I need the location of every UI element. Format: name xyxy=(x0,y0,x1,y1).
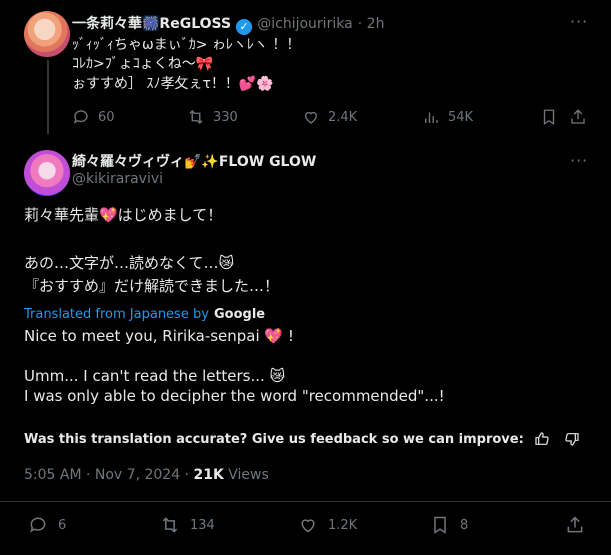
like-count: 1.2K xyxy=(328,517,358,533)
heart-icon xyxy=(305,111,317,124)
feedback-prompt: Was this translation accurate? Give us f… xyxy=(24,431,524,447)
translated-from-label[interactable]: Translated from Japanese by xyxy=(24,307,209,322)
post-time[interactable]: · 2h xyxy=(358,16,385,32)
share-icon xyxy=(571,109,585,124)
translation-feedback: Was this translation accurate? Give us f… xyxy=(24,431,580,447)
translation-line-1: Nice to meet you, Ririka-senpai 💖 ! xyxy=(24,327,294,345)
like-button[interactable]: 2.4K xyxy=(302,108,357,126)
post-text-line-3: 『おすすめ』だけ解読できました…！ xyxy=(24,277,280,295)
verified-badge-icon: ✓ xyxy=(236,19,253,35)
bookmark-icon xyxy=(543,109,555,126)
repost-icon xyxy=(189,110,203,124)
divider xyxy=(0,501,611,502)
bar-chart-icon xyxy=(425,112,438,123)
share-icon xyxy=(567,516,583,533)
thumbs-up-icon[interactable] xyxy=(534,431,550,447)
translation-line-3: I was only able to decipher the word "re… xyxy=(24,387,445,405)
reply-count: 6 xyxy=(58,517,67,533)
avatar[interactable] xyxy=(24,150,70,196)
thumbs-down-icon[interactable] xyxy=(564,431,580,447)
google-logo: Google xyxy=(214,307,266,322)
post-timestamp-row: 5:05 AM · Nov 7, 2024 · 21K Views xyxy=(24,467,269,483)
post-time[interactable]: 5:05 AM · Nov 7, 2024 · xyxy=(24,467,189,483)
view-count: 54K xyxy=(448,109,474,125)
bookmark-button[interactable] xyxy=(540,108,558,130)
share-button[interactable] xyxy=(569,108,587,130)
reply-count: 60 xyxy=(98,109,115,125)
repost-count: 134 xyxy=(190,517,215,533)
post-text-line-1: 莉々華先輩💖はじめまして！ xyxy=(24,206,223,224)
like-count: 2.4K xyxy=(328,109,358,125)
quoted-text-line-2: ｺﾚｶ>ﾌﾞょｺょくね～🎀 xyxy=(72,56,214,72)
reply-button[interactable]: 60 xyxy=(72,108,115,126)
bookmark-count: 8 xyxy=(460,517,469,533)
more-options-icon[interactable]: ··· xyxy=(570,12,588,31)
translation-attribution: Translated from Japanese by Google xyxy=(24,303,265,322)
repost-button[interactable]: 330 xyxy=(187,108,238,126)
avatar[interactable] xyxy=(24,11,70,57)
like-button[interactable]: 1.2K xyxy=(298,515,357,535)
translation-line-2: Umm... I can't read the letters... 😿 xyxy=(24,367,286,385)
author-name[interactable]: 一条莉々華🎆ReGLOSS xyxy=(72,16,231,32)
author-name[interactable]: 綺々羅々ヴィヴィ💅✨FLOW GLOW xyxy=(72,154,316,170)
post-text-line-2: あの…文字が…読めなくて…😿 xyxy=(24,254,235,272)
view-count: 21K xyxy=(193,467,224,483)
views-label: Views xyxy=(228,467,269,483)
repost-count: 330 xyxy=(213,109,238,125)
author-handle[interactable]: @kikiraravivi xyxy=(72,171,163,187)
repost-icon xyxy=(162,517,178,533)
quoted-text-line-3: ぉすすめ］ ｽﾉ孝攵ぇτ！！💕🌸 xyxy=(72,76,274,92)
reply-icon xyxy=(30,517,46,533)
repost-button[interactable]: 134 xyxy=(160,515,215,535)
quoted-author-row: 一条莉々華🎆ReGLOSS ✓ @ichijouririka · 2h xyxy=(72,13,384,35)
quoted-text-line-1: ｯﾞｨｯﾞｨちゃωまぃﾞｶ> ゎﾚヽﾚヽ ！！ xyxy=(72,37,301,53)
reply-button[interactable]: 6 xyxy=(28,515,66,535)
author-handle[interactable]: @ichijouririka xyxy=(257,16,352,32)
share-button[interactable] xyxy=(565,515,585,539)
more-options-icon[interactable]: ··· xyxy=(570,151,588,170)
post-author-name-row: 綺々羅々ヴィヴィ💅✨FLOW GLOW xyxy=(72,151,316,171)
heart-icon xyxy=(301,519,315,533)
bookmark-button[interactable]: 8 xyxy=(430,515,468,535)
views-button[interactable]: 54K xyxy=(422,108,473,126)
reply-icon xyxy=(73,110,88,124)
thread-connector-line xyxy=(47,60,49,134)
bookmark-icon xyxy=(434,516,446,534)
